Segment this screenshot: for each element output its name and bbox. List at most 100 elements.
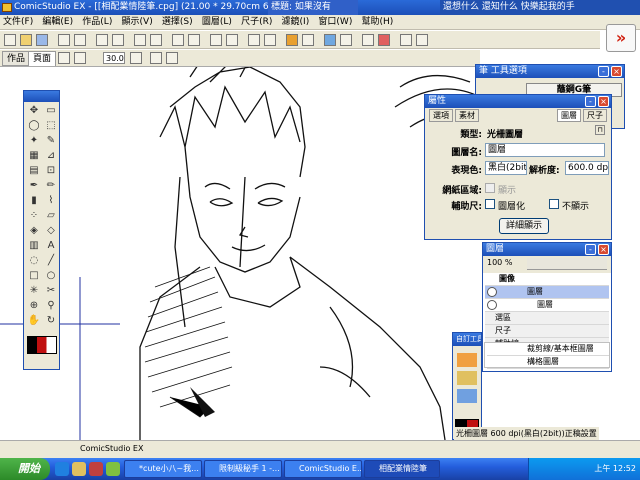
- tab-options[interactable]: 選項: [429, 109, 453, 122]
- navigator-icon[interactable]: [324, 34, 336, 46]
- prev-page-icon[interactable]: [58, 52, 70, 64]
- menu-work[interactable]: 作品(L): [79, 15, 115, 30]
- hand-icon[interactable]: ▭: [44, 104, 58, 118]
- rotate-left-icon[interactable]: [150, 52, 162, 64]
- color-swatch[interactable]: [27, 336, 57, 354]
- cut-icon[interactable]: [74, 34, 86, 46]
- start-button[interactable]: 開始: [0, 458, 50, 480]
- lock-icon[interactable]: ⊓: [595, 125, 605, 135]
- layer-name-input[interactable]: 圖層: [485, 143, 605, 157]
- notify-right[interactable]: 還想什么 還知什么 快樂起我的手: [440, 0, 640, 15]
- next-page-icon[interactable]: [74, 52, 86, 64]
- line-icon[interactable]: ╱: [44, 254, 58, 268]
- frame-icon[interactable]: ▦: [27, 149, 41, 163]
- wand-icon[interactable]: ✦: [27, 134, 41, 148]
- zoom-dropdown-icon[interactable]: [130, 52, 142, 64]
- pen-icon[interactable]: ✒: [27, 179, 41, 193]
- properties-titlebar[interactable]: 屬性 × -: [425, 95, 611, 108]
- menu-help[interactable]: 幫助(H): [359, 15, 397, 30]
- layer-crop[interactable]: 裁剪線/基本框圖層: [487, 343, 609, 356]
- properties-icon[interactable]: [340, 34, 352, 46]
- open-folder-icon[interactable]: [20, 34, 32, 46]
- clock[interactable]: 上午 12:52: [594, 464, 636, 473]
- flash-icon[interactable]: ✳: [27, 284, 41, 298]
- menu-view[interactable]: 顯示(V): [119, 15, 156, 30]
- menu-ruler[interactable]: 尺子(R): [238, 15, 275, 30]
- grid-tool-icon[interactable]: ▤: [27, 164, 41, 178]
- text-icon[interactable]: A: [44, 239, 58, 253]
- pencil-icon[interactable]: ✏: [44, 179, 58, 193]
- close-icon[interactable]: ×: [598, 244, 609, 255]
- tone-icon[interactable]: [302, 34, 314, 46]
- custom-tools-title[interactable]: 自訂工具: [453, 333, 481, 346]
- tab-ruler[interactable]: 尺子: [583, 109, 607, 122]
- layers-titlebar[interactable]: 圖層 × -: [483, 243, 611, 256]
- zoom-in-icon[interactable]: [172, 34, 184, 46]
- notify-left[interactable]: 標題: 如果沒有: [268, 0, 358, 15]
- brush-preset-icon[interactable]: [457, 353, 477, 367]
- menu-file[interactable]: 文件(F): [0, 15, 36, 30]
- opacity-value[interactable]: 100 %: [487, 258, 512, 267]
- detail-button[interactable]: 詳細顯示: [499, 218, 549, 234]
- expand-toolbar-icon[interactable]: »: [606, 24, 636, 52]
- zoom-input[interactable]: 30.0: [103, 52, 125, 64]
- fill-icon[interactable]: ◈: [27, 224, 41, 238]
- task-item[interactable]: ComicStudio E...: [284, 460, 362, 478]
- gradient-icon[interactable]: ▥: [27, 239, 41, 253]
- tool-options-title[interactable]: 筆 工具選項 × -: [476, 65, 624, 78]
- color-icon[interactable]: [378, 34, 390, 46]
- grab-icon[interactable]: ✋: [27, 314, 41, 328]
- close-icon[interactable]: ×: [611, 66, 622, 77]
- object-icon[interactable]: ⊡: [44, 164, 58, 178]
- stamp-icon[interactable]: ⊕: [27, 299, 41, 313]
- tab-material[interactable]: 素材: [455, 109, 479, 122]
- menu-edit[interactable]: 編輯(E): [39, 15, 76, 30]
- print-icon[interactable]: [58, 34, 70, 46]
- redo-icon[interactable]: [150, 34, 162, 46]
- layer-ruler[interactable]: 尺子: [485, 325, 609, 338]
- minimize-icon[interactable]: -: [585, 244, 596, 255]
- eraser-preset-icon[interactable]: [457, 389, 477, 403]
- tone-show-checkbox[interactable]: [485, 183, 495, 193]
- ellipse-icon[interactable]: ○: [44, 269, 58, 283]
- menu-filter[interactable]: 濾鏡(I): [279, 15, 313, 30]
- ruler-hide-checkbox[interactable]: [549, 199, 559, 209]
- marker-icon[interactable]: ▮: [27, 194, 41, 208]
- move-icon[interactable]: ✥: [27, 104, 41, 118]
- balloon-icon[interactable]: ◌: [27, 254, 41, 268]
- resolution-field[interactable]: 600.0 dpi: [565, 161, 609, 175]
- zoom-out-icon[interactable]: [188, 34, 200, 46]
- rotate-right-icon[interactable]: [166, 52, 178, 64]
- tab-layer[interactable]: 圖層: [557, 109, 581, 122]
- layer-row-selected[interactable]: 圖層: [485, 286, 609, 299]
- eraser-icon[interactable]: ▱: [44, 209, 58, 223]
- ie-icon[interactable]: [55, 462, 69, 476]
- pen-preset-icon[interactable]: [457, 371, 477, 385]
- marquee-icon[interactable]: ⬚: [44, 119, 58, 133]
- scissors-icon[interactable]: ✂: [44, 284, 58, 298]
- tab-work[interactable]: 作品: [2, 51, 31, 66]
- minimize-icon[interactable]: -: [585, 96, 596, 107]
- rotate-tool-icon[interactable]: ↻: [44, 314, 58, 328]
- tab-page[interactable]: 頁面: [28, 51, 57, 66]
- ruler-tool-icon[interactable]: ⊿: [44, 149, 58, 163]
- msn-icon[interactable]: [106, 462, 120, 476]
- material-icon[interactable]: [400, 34, 412, 46]
- eye-icon[interactable]: [487, 287, 497, 297]
- paste-icon[interactable]: [112, 34, 124, 46]
- undo-icon[interactable]: [134, 34, 146, 46]
- task-item[interactable]: *cute小八~我...: [124, 460, 202, 478]
- rotate-icon[interactable]: [226, 34, 238, 46]
- menu-window[interactable]: 窗口(W): [315, 15, 355, 30]
- task-item-active[interactable]: 相配業情陸筆: [364, 460, 440, 478]
- select-pen-icon[interactable]: ✎: [44, 134, 58, 148]
- layer-folder-image[interactable]: 圖像: [485, 273, 609, 286]
- lasso-icon[interactable]: ◯: [27, 119, 41, 133]
- ruler-icon[interactable]: [248, 34, 260, 46]
- history-icon[interactable]: [362, 34, 374, 46]
- layer-row[interactable]: 圖層: [485, 299, 609, 312]
- new-file-icon[interactable]: [4, 34, 16, 46]
- action-icon[interactable]: [416, 34, 428, 46]
- menu-layer[interactable]: 圖層(L): [199, 15, 235, 30]
- save-icon[interactable]: [36, 34, 48, 46]
